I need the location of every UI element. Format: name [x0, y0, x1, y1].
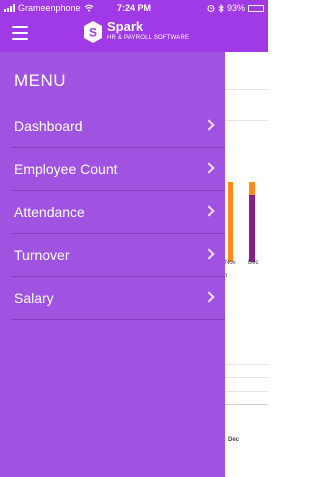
chart-label-nov: Nov [225, 260, 236, 266]
chevron-right-icon [203, 205, 215, 217]
menu-title: MENU [14, 71, 67, 90]
status-bar: Grameenphone 7:24 PM 93% [0, 0, 268, 16]
divider [224, 89, 268, 90]
chart-bar-purple [249, 195, 255, 262]
spark-logo-icon: S [84, 21, 102, 43]
status-right: 93% [207, 3, 264, 13]
menu-item-dashboard[interactable]: Dashboard [12, 105, 225, 148]
dashboard-content: Nov Dec h Dec [224, 52, 268, 477]
chevron-right-icon [203, 291, 215, 303]
navigation-drawer: MENU Dashboard Employee Count Attendance… [0, 52, 225, 477]
battery-percent: 93% [226, 3, 245, 13]
menu-item-attendance[interactable]: Attendance [12, 191, 225, 234]
menu-item-label: Dashboard [14, 118, 83, 134]
brand: Spark HR & PAYROLL SOFTWARE [107, 20, 189, 42]
menu-item-label: Employee Count [14, 161, 118, 177]
menu-item-employee-count[interactable]: Employee Count [12, 148, 225, 191]
chevron-right-icon [203, 119, 215, 131]
grid-line [224, 391, 268, 392]
axis-line [224, 404, 268, 405]
menu-item-label: Attendance [14, 204, 85, 220]
grid-line [224, 377, 268, 378]
brand-name: Spark [107, 19, 144, 34]
chevron-right-icon [203, 248, 215, 260]
divider [224, 120, 268, 121]
menu-item-salary[interactable]: Salary [12, 277, 225, 320]
menu-toggle-button[interactable] [12, 26, 28, 40]
alarm-icon [207, 5, 215, 12]
chart-bar-orange [228, 182, 233, 262]
grid-line [224, 364, 268, 365]
menu-item-label: Turnover [14, 247, 70, 263]
menu-item-label: Salary [14, 290, 54, 306]
menu-item-turnover[interactable]: Turnover [12, 234, 225, 277]
svg-text:S: S [89, 26, 97, 40]
app-bar: S Spark HR & PAYROLL SOFTWARE [0, 16, 268, 52]
chevron-right-icon [203, 162, 215, 174]
chart-label-dec: Dec [248, 260, 259, 266]
brand-tagline: HR & PAYROLL SOFTWARE [107, 35, 190, 41]
bluetooth-icon [218, 3, 224, 13]
chart-label-dec-lower: Dec [228, 437, 240, 443]
battery-icon [248, 4, 264, 12]
